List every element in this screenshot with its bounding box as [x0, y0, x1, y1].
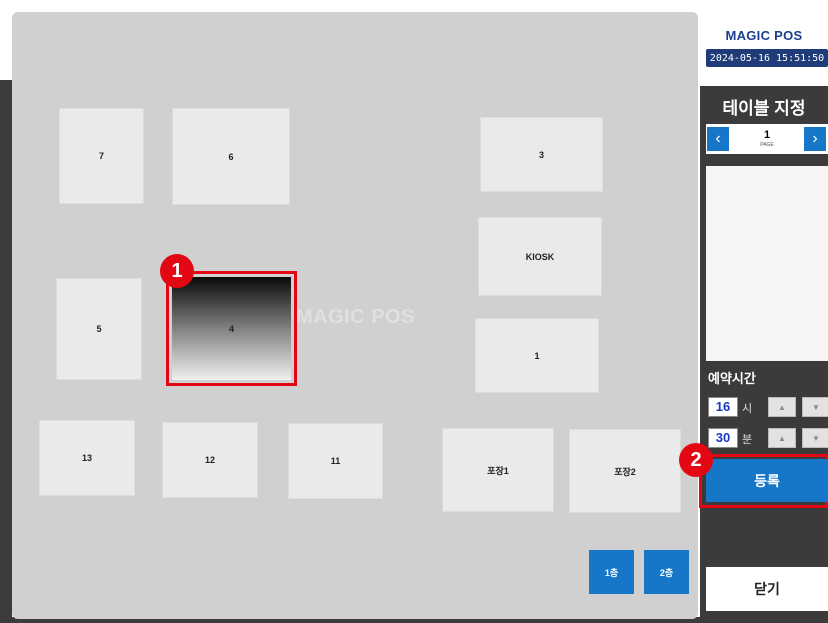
- reservation-time-label: 예약시간: [708, 371, 756, 386]
- side-panel: MAGIC POS 2024-05-16 15:51:50 테이블 지정 ‹ 1…: [700, 0, 828, 623]
- table-takeout-2[interactable]: 포장2: [569, 429, 681, 513]
- minute-unit: 분: [742, 434, 753, 446]
- chevron-left-icon[interactable]: ‹: [707, 127, 729, 151]
- table-5[interactable]: 5: [56, 278, 142, 380]
- hour-unit: 시: [742, 403, 753, 415]
- floor-1-button[interactable]: 1층: [589, 550, 634, 594]
- table-13[interactable]: 13: [39, 420, 135, 496]
- close-button[interactable]: 닫기: [706, 567, 828, 611]
- page-word: PAGE: [760, 142, 774, 148]
- chevron-right-icon[interactable]: ›: [804, 127, 826, 151]
- page-number: 1: [763, 129, 771, 141]
- hour-input[interactable]: 16: [708, 397, 738, 417]
- datetime-display: 2024-05-16 15:51:50: [706, 49, 828, 67]
- hour-down-icon[interactable]: ▼: [802, 397, 828, 417]
- side-header: [700, 0, 828, 86]
- floor-watermark: MAGIC POS: [296, 306, 415, 328]
- hour-row: 16 시 ▲ ▼: [706, 397, 828, 417]
- floor-2-button[interactable]: 2층: [644, 550, 689, 594]
- minute-row: 30 분 ▲ ▼: [706, 428, 828, 448]
- panel-title: 테이블 지정: [722, 99, 806, 118]
- hour-up-icon[interactable]: ▲: [768, 397, 796, 417]
- minute-input[interactable]: 30: [708, 428, 738, 448]
- logo: MAGIC POS: [725, 28, 803, 43]
- pager: ‹ 1 PAGE ›: [706, 124, 828, 154]
- table-takeout-1[interactable]: 포장1: [442, 428, 554, 512]
- table-assign-screen: MAGIC POS 7 6 3 KIOSK 5 4 1 13 12 11 포장1…: [0, 0, 828, 623]
- reservation-list[interactable]: [706, 166, 828, 361]
- table-kiosk[interactable]: KIOSK: [478, 217, 602, 296]
- table-4-selected[interactable]: 4: [166, 271, 297, 386]
- table-6[interactable]: 6: [172, 108, 290, 205]
- table-4[interactable]: 4: [172, 277, 291, 380]
- minute-down-icon[interactable]: ▼: [802, 428, 828, 448]
- table-3[interactable]: 3: [480, 117, 603, 192]
- table-11[interactable]: 11: [288, 423, 383, 499]
- table-1[interactable]: 1: [475, 318, 599, 393]
- step-badge-1: 1: [160, 254, 194, 288]
- register-button[interactable]: 등록: [706, 459, 828, 502]
- table-7[interactable]: 7: [59, 108, 144, 204]
- table-12[interactable]: 12: [162, 422, 258, 498]
- minute-up-icon[interactable]: ▲: [768, 428, 796, 448]
- left-edge: [0, 80, 12, 623]
- step-badge-2: 2: [679, 443, 713, 477]
